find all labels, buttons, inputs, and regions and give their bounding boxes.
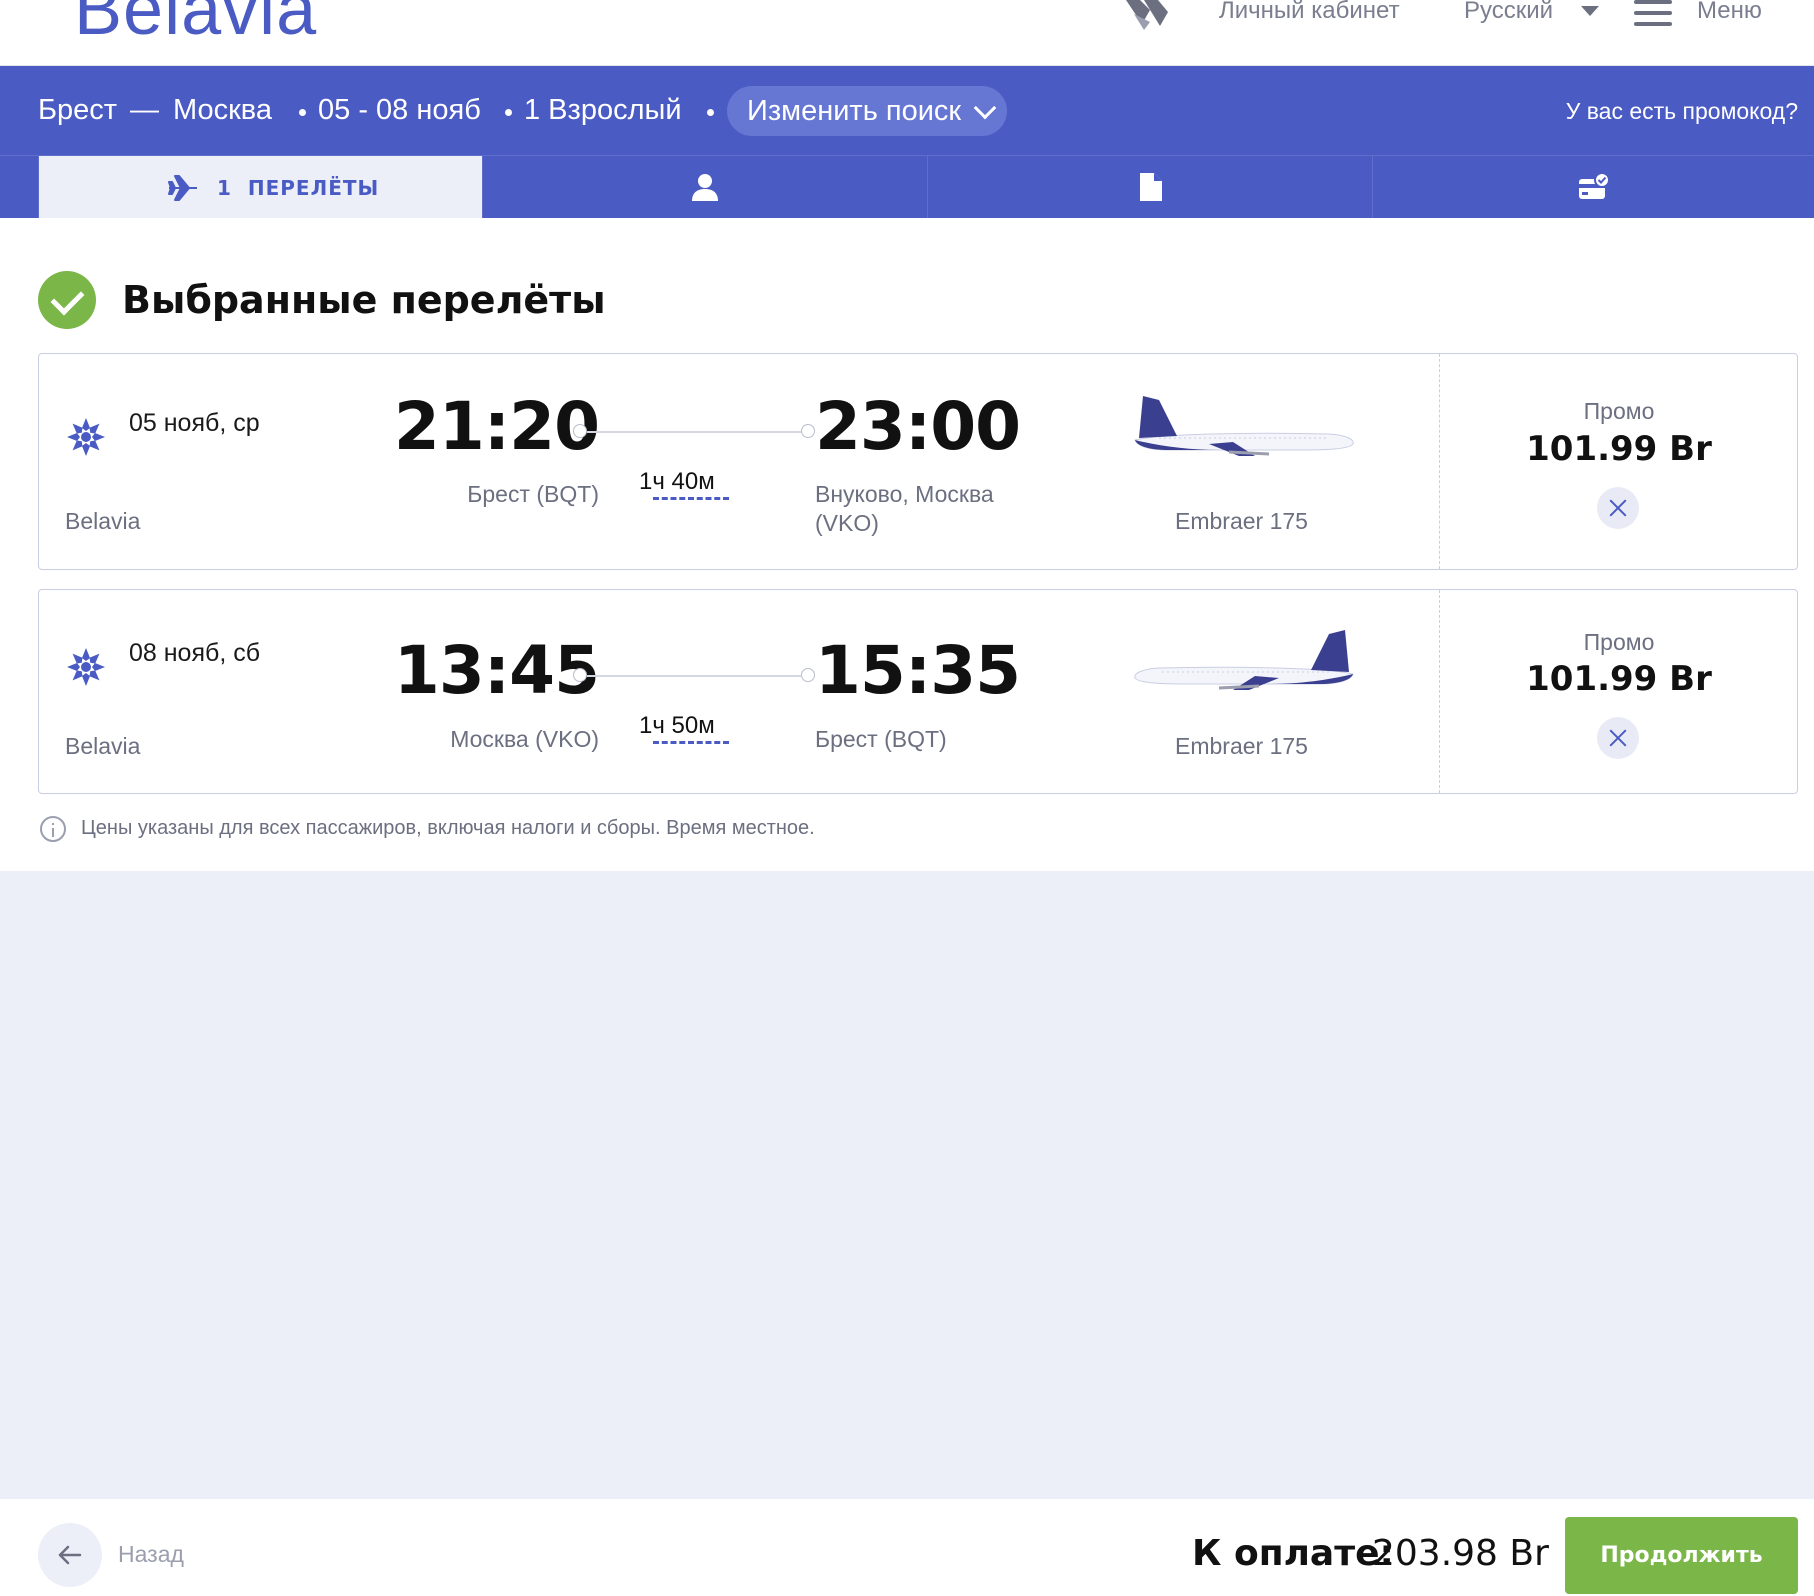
back-button[interactable] bbox=[38, 1523, 102, 1587]
arrival-time: 15:35 bbox=[815, 632, 1021, 709]
check-icon bbox=[38, 271, 96, 329]
loyalty-program-icon[interactable] bbox=[1120, 0, 1172, 32]
menu-icon[interactable] bbox=[1634, 0, 1672, 26]
language-selector[interactable]: Русский bbox=[1464, 0, 1553, 25]
document-icon bbox=[1140, 173, 1162, 201]
flight-duration[interactable]: 1ч 40м bbox=[639, 468, 715, 496]
flight-route-line bbox=[573, 424, 815, 438]
search-origin: Брест bbox=[38, 94, 118, 126]
flight-date: 08 нояб, сб bbox=[129, 639, 261, 667]
remove-flight-button[interactable] bbox=[1597, 487, 1639, 529]
chevron-down-icon bbox=[973, 96, 997, 120]
price-note-text: Цены указаны для всех пассажиров, включа… bbox=[81, 817, 815, 839]
flight-price: 101.99 Br bbox=[1526, 659, 1712, 699]
flight-price: 101.99 Br bbox=[1526, 429, 1712, 469]
search-destination: Москва bbox=[173, 94, 273, 126]
search-dates: 05 - 08 нояб bbox=[318, 94, 481, 126]
selected-flights-section: Выбранные перелёты 05 нояб, ср Belavia 2… bbox=[0, 218, 1814, 871]
content-background bbox=[0, 871, 1814, 1499]
step-documents[interactable] bbox=[927, 156, 1372, 219]
departure-time: 13:45 bbox=[393, 632, 600, 709]
page-title: Выбранные перелёты bbox=[122, 278, 606, 322]
total-amount: 203.98 Br bbox=[1372, 1533, 1549, 1574]
back-label[interactable]: Назад bbox=[118, 1541, 184, 1568]
aircraft-image bbox=[1134, 630, 1354, 690]
departure-station: Брест (BQT) bbox=[467, 481, 599, 507]
belavia-cornflower-icon bbox=[67, 648, 105, 686]
flight-number-link[interactable] bbox=[653, 741, 729, 745]
belavia-logo[interactable]: Belavia bbox=[74, 0, 317, 46]
flight-airline: Belavia bbox=[65, 508, 141, 534]
change-search-button[interactable]: Изменить поиск bbox=[727, 86, 1008, 136]
arrival-station: Брест (BQT) bbox=[815, 726, 947, 752]
flight-date: 05 нояб, ср bbox=[129, 409, 260, 437]
step-flights[interactable]: 1 ПЕРЕЛЁТЫ bbox=[38, 156, 482, 219]
flight-card: 05 нояб, ср Belavia 21:20 Брест (BQT) 1ч… bbox=[38, 353, 1798, 570]
remove-flight-button[interactable] bbox=[1597, 717, 1639, 759]
step-passengers[interactable] bbox=[482, 156, 927, 219]
fare-type: Промо bbox=[1583, 629, 1655, 655]
footer-bar: Назад К оплате: 203.98 Br Продолжить bbox=[0, 1499, 1814, 1596]
top-header: Belavia Личный кабинет Русский Меню bbox=[0, 0, 1814, 66]
continue-button[interactable]: Продолжить bbox=[1565, 1517, 1798, 1594]
search-summary-bar: Брест — Москва 05 - 08 нояб 1 Взрослый И… bbox=[0, 66, 1814, 155]
separator-dot bbox=[707, 109, 714, 116]
payment-check-icon bbox=[1578, 172, 1610, 199]
belavia-cornflower-icon bbox=[67, 418, 105, 456]
flight-airline: Belavia bbox=[65, 733, 141, 759]
departure-station: Москва (VKO) bbox=[450, 726, 599, 752]
departure-time: 21:20 bbox=[393, 388, 600, 465]
aircraft-type: Embraer 175 bbox=[1175, 733, 1308, 759]
step-payment[interactable] bbox=[1372, 156, 1814, 219]
caret-down-icon[interactable] bbox=[1581, 6, 1599, 16]
aircraft-type: Embraer 175 bbox=[1175, 508, 1308, 534]
arrow-left-icon bbox=[58, 1545, 82, 1565]
flight-card: 08 нояб, сб Belavia 13:45 Москва (VKO) 1… bbox=[38, 589, 1798, 794]
info-icon bbox=[40, 816, 66, 842]
arrival-station: Внуково, Москва (VKO) bbox=[815, 481, 994, 536]
arrival-time: 23:00 bbox=[815, 388, 1021, 465]
account-link[interactable]: Личный кабинет bbox=[1219, 0, 1400, 25]
flight-route-line bbox=[573, 668, 815, 682]
fare-type: Промо bbox=[1583, 398, 1655, 424]
search-passengers: 1 Взрослый bbox=[524, 94, 682, 126]
flight-duration[interactable]: 1ч 50м bbox=[639, 712, 715, 740]
flight-number-link[interactable] bbox=[653, 497, 729, 501]
total-label: К оплате: bbox=[1192, 1533, 1394, 1574]
change-search-label: Изменить поиск bbox=[747, 95, 962, 127]
passenger-icon bbox=[692, 174, 718, 201]
search-route-dash: — bbox=[130, 94, 159, 126]
plane-icon bbox=[168, 175, 197, 201]
step-flights-label: 1 ПЕРЕЛЁТЫ bbox=[217, 176, 380, 200]
aircraft-image bbox=[1134, 396, 1354, 456]
separator-dot bbox=[299, 109, 306, 116]
booking-steps: 1 ПЕРЕЛЁТЫ bbox=[0, 155, 1814, 219]
separator-dot bbox=[505, 109, 512, 116]
promo-code-link[interactable]: У вас есть промокод? bbox=[1566, 98, 1798, 125]
menu-link[interactable]: Меню bbox=[1697, 0, 1762, 25]
